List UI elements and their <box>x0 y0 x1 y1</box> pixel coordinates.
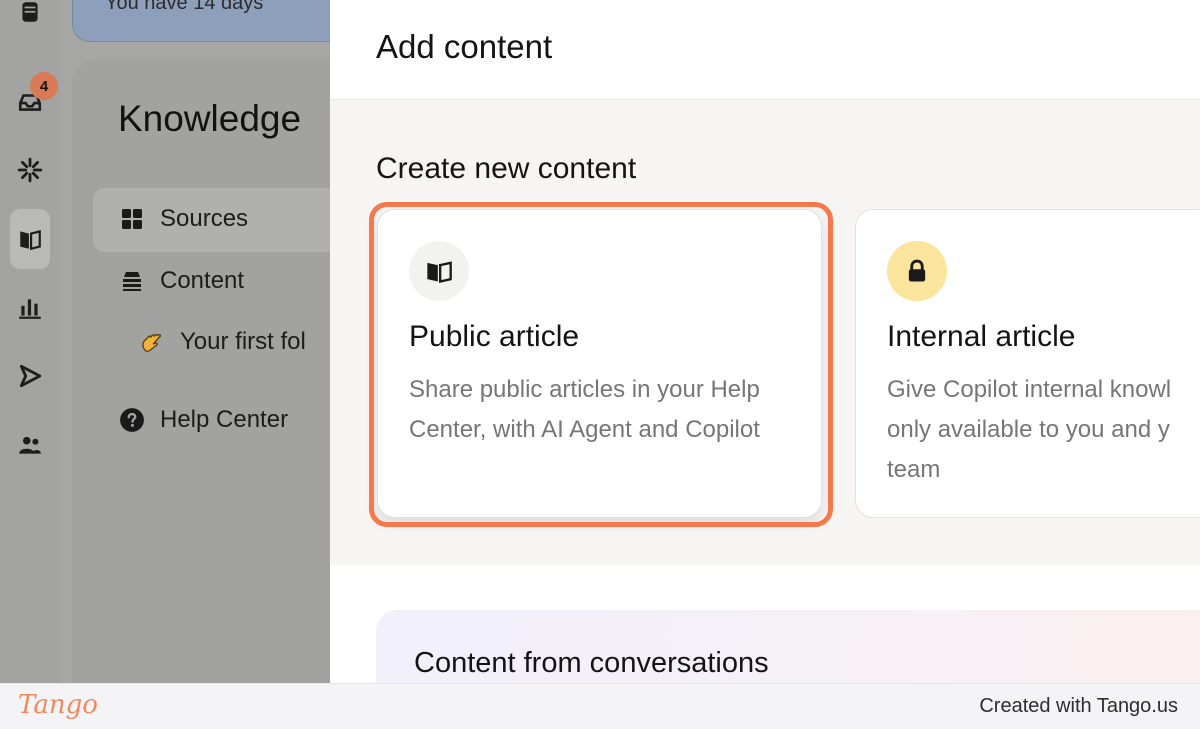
internal-article-title: Internal article <box>887 320 1076 353</box>
internal-desc-line-2: only available to you and y <box>887 416 1170 443</box>
grid-icon <box>118 205 146 233</box>
section-title: Create new content <box>376 152 637 185</box>
public-article-title: Public article <box>409 320 580 353</box>
book-icon <box>409 241 469 301</box>
nav-sources-label: Sources <box>160 205 249 232</box>
tango-footer: Tango Created with Tango.us <box>0 683 1200 729</box>
tango-logo: Tango <box>18 690 98 720</box>
created-with-text: Created with Tango.us <box>979 695 1178 717</box>
conversations-card[interactable]: Content from conversations <box>376 610 1200 683</box>
wave-hand-icon <box>138 328 166 356</box>
lock-icon <box>887 241 947 301</box>
nav-first-folder-label: Your first fol <box>180 328 306 355</box>
modal-title: Add content <box>376 28 553 65</box>
left-rail: 4 <box>0 0 60 683</box>
ai-spark-icon[interactable] <box>10 150 50 190</box>
internal-desc-line-3: team <box>887 456 941 483</box>
knowledge-book-icon[interactable] <box>10 209 50 269</box>
internal-article-card[interactable]: Internal article Give Copilot internal k… <box>855 209 1200 518</box>
inbox-badge: 4 <box>30 72 58 100</box>
modal-header: Add content <box>330 0 1200 100</box>
nav-content-label: Content <box>160 267 245 294</box>
public-article-card[interactable]: Public article Share public articles in … <box>377 209 822 518</box>
internal-desc-line-1: Give Copilot internal knowl <box>887 376 1172 403</box>
database-icon[interactable] <box>10 0 50 32</box>
nav-content[interactable]: Content <box>118 267 244 295</box>
knowledge-title: Knowledge <box>118 98 302 139</box>
nav-help-center[interactable]: Help Center <box>118 406 288 434</box>
reports-chart-icon[interactable] <box>10 288 50 328</box>
nav-sources[interactable]: Sources <box>118 205 248 233</box>
nav-first-folder[interactable]: Your first fol <box>138 328 306 356</box>
help-circle-icon <box>118 406 146 434</box>
contacts-people-icon[interactable] <box>10 425 50 465</box>
trial-text: You have 14 days <box>105 0 264 14</box>
internal-article-description: Give Copilot internal knowl only availab… <box>887 370 1200 490</box>
trial-banner: You have 14 days <box>72 0 362 42</box>
add-content-modal: Add content Create new content Public ar… <box>330 0 1200 683</box>
nav-help-center-label: Help Center <box>160 406 289 433</box>
public-article-description: Share public articles in your Help Cente… <box>409 376 760 443</box>
knowledge-panel <box>72 58 372 698</box>
conversations-title: Content from conversations <box>414 647 769 679</box>
stack-icon <box>118 267 146 295</box>
outbound-send-icon[interactable] <box>10 356 50 396</box>
